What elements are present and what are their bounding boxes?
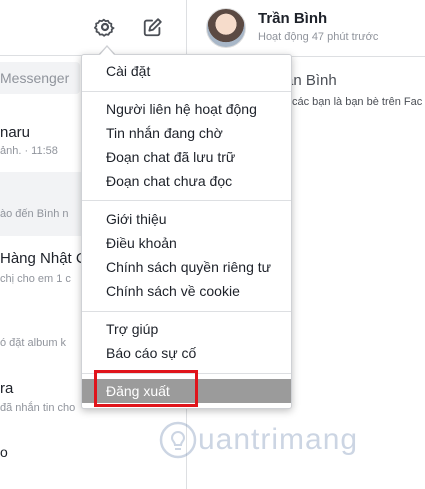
conversation-snippet: ào đến Bình n <box>0 208 69 220</box>
conversation-snippet: ó đặt album k <box>0 337 67 349</box>
menu-divider <box>82 91 291 92</box>
new-message-button[interactable] <box>136 10 170 44</box>
menu-item-privacy-policy[interactable]: Chính sách quyền riêng tư <box>82 255 291 279</box>
conversation-name: naru <box>0 124 31 141</box>
search-input[interactable]: Messenger <box>0 62 80 94</box>
conversation-snippet: ảnh. · 11:58 <box>0 145 58 157</box>
menu-item-active-contacts[interactable]: Người liên hệ hoạt động <box>82 97 291 121</box>
left-top-bar <box>0 0 186 56</box>
menu-item-message-requests[interactable]: Tin nhắn đang chờ <box>82 121 291 145</box>
menu-item-unread-chats[interactable]: Đoạn chat chưa đọc <box>82 169 291 193</box>
menu-divider <box>82 311 291 312</box>
compose-icon <box>143 18 162 37</box>
conversation-name: Hàng Nhật Cl <box>0 250 91 267</box>
menu-item-terms[interactable]: Điều khoản <box>82 231 291 255</box>
contact-avatar[interactable] <box>206 8 246 48</box>
watermark-text: uantrimang <box>198 423 359 456</box>
conversation-name: ra <box>0 380 14 397</box>
settings-gear-button[interactable] <box>88 10 122 44</box>
menu-item-archived-chats[interactable]: Đoạn chat đã lưu trữ <box>82 145 291 169</box>
contact-status: Hoạt động 47 phút trước <box>258 31 379 43</box>
menu-item-about[interactable]: Giới thiệu <box>82 207 291 231</box>
watermark: uantrimang <box>158 420 358 460</box>
menu-item-report-problem[interactable]: Báo cáo sự cố <box>82 341 291 365</box>
gear-icon <box>94 18 115 37</box>
menu-item-settings[interactable]: Cài đặt <box>82 59 291 83</box>
menu-divider <box>82 200 291 201</box>
search-placeholder: Messenger <box>0 70 70 86</box>
profile-subtitle: các bạn là bạn bè trên Fac <box>292 96 423 108</box>
menu-item-help[interactable]: Trợ giúp <box>82 317 291 341</box>
menu-caret-fill <box>99 47 115 56</box>
conversation-snippet: đã nhắn tin cho <box>0 402 76 414</box>
lightbulb-logo-icon <box>159 421 197 459</box>
annotation-highlight-box <box>94 370 198 407</box>
settings-dropdown-menu: Cài đặt Người liên hệ hoạt động Tin nhắn… <box>81 54 292 409</box>
contact-name[interactable]: Trần Bình <box>258 10 327 27</box>
conversation-fragment: o <box>0 444 8 460</box>
conversation-snippet: chị cho em 1 c <box>0 273 71 285</box>
menu-item-cookie-policy[interactable]: Chính sách về cookie <box>82 279 291 303</box>
